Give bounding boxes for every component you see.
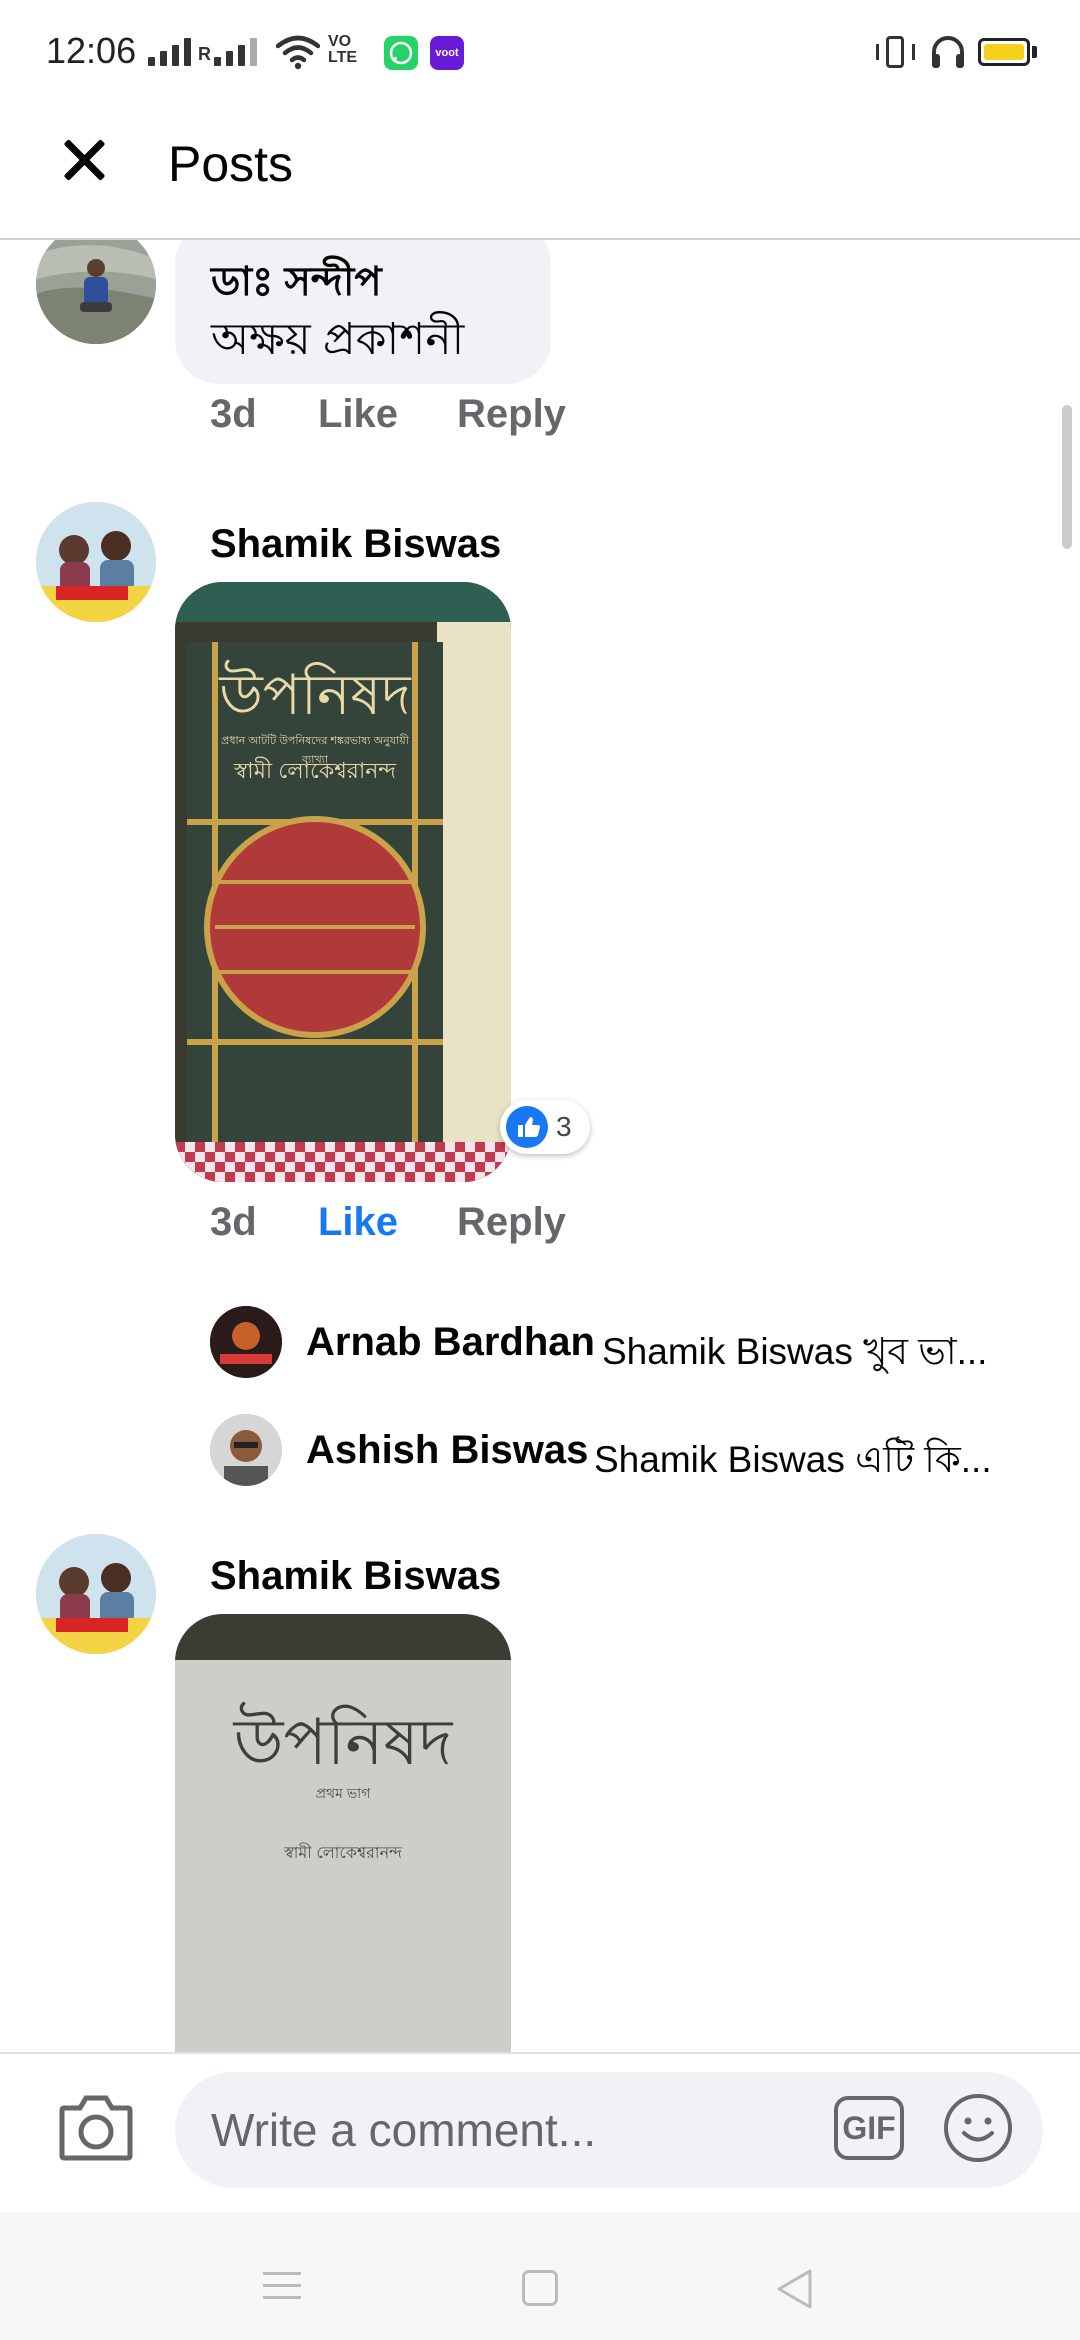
comment-input[interactable] — [175, 2072, 1043, 2188]
like-button[interactable]: Like — [318, 1200, 398, 1245]
like-reaction-icon — [506, 1106, 548, 1148]
avatar[interactable] — [210, 1414, 282, 1486]
book-cover-author: স্বামী লোকেশ্বরানন্দ — [233, 758, 397, 783]
voot-icon: voot — [430, 36, 464, 70]
volte-icon: VO LTE — [328, 33, 358, 66]
battery-tip — [1032, 46, 1037, 58]
reply-author[interactable]: Ashish Biswas — [306, 1428, 588, 1473]
recent-apps-button[interactable] — [263, 2272, 301, 2299]
emoji-icon[interactable] — [944, 2094, 1012, 2162]
gif-button[interactable]: GIF — [834, 2096, 904, 2160]
avatar[interactable] — [36, 1534, 156, 1654]
comment-bubble[interactable]: ডাঃ সন্দীপ অক্ষয় প্রকাশনী — [175, 240, 551, 384]
reply-preview[interactable]: Arnab Bardhan Shamik Biswas খুব ভা... — [0, 1300, 1080, 1390]
page-title: Posts — [168, 136, 294, 192]
signal-2-icon — [214, 36, 257, 66]
like-button[interactable]: Like — [318, 392, 398, 437]
camera-icon[interactable] — [58, 2092, 134, 2162]
comment-item: Shamik Biswas উপনিষদ প্রধান আটটি উপনিষদে… — [0, 500, 1080, 1280]
avatar[interactable] — [210, 1306, 282, 1378]
reply-button[interactable]: Reply — [457, 392, 566, 437]
book-page-author: স্বামী লোকেশ্বরানন্দ — [284, 1845, 402, 1862]
reply-button[interactable]: Reply — [457, 1200, 566, 1245]
comment-author[interactable]: Shamik Biswas — [210, 522, 501, 567]
status-bar: 12:06 R VO LTE voot — [0, 0, 1080, 100]
signal-icon — [148, 36, 191, 66]
vibrate-icon — [874, 36, 920, 68]
comment-author[interactable]: Shamik Biswas — [210, 1554, 501, 1599]
comment-item: ডাঃ সন্দীপ অক্ষয় প্রকাশনী 3d Like Reply — [0, 240, 1080, 460]
wifi-icon — [276, 35, 320, 70]
reply-author[interactable]: Arnab Bardhan — [306, 1320, 595, 1365]
roaming-label: R — [198, 44, 211, 64]
system-nav-bar — [0, 2212, 1080, 2340]
comments-list[interactable]: ডাঃ সন্দীপ অক্ষয় প্রকাশনী 3d Like Reply… — [0, 240, 1080, 2052]
battery-icon — [978, 38, 1030, 66]
top-bar — [0, 100, 1080, 240]
reaction-count: 3 — [556, 1111, 572, 1142]
reaction-count-pill[interactable]: 3 — [500, 1100, 590, 1154]
reply-text: Shamik Biswas এটি কি... — [594, 1439, 992, 1480]
whatsapp-icon — [384, 36, 418, 70]
scrollbar[interactable] — [1062, 405, 1072, 549]
reply-preview[interactable]: Ashish Biswas Shamik Biswas এটি কি... — [0, 1408, 1080, 1498]
comment-time: 3d — [210, 392, 257, 436]
home-button[interactable] — [522, 2270, 558, 2306]
reply-text: Shamik Biswas খুব ভা... — [602, 1331, 988, 1372]
comment-text: অক্ষয় প্রকাশনী — [211, 315, 465, 364]
comment-photo[interactable]: উপনিষদ প্রথম ভাগ স্বামী লোকেশ্বরানন্দ — [175, 1614, 511, 2052]
comment-time: 3d — [210, 1200, 257, 1244]
book-page-subtitle: প্রথম ভাগ — [315, 1785, 371, 1801]
avatar[interactable] — [36, 240, 156, 344]
avatar[interactable] — [36, 502, 156, 622]
comment-photo[interactable]: উপনিষদ প্রধান আটটি উপনিষদের শঙ্করভাষ্য অ… — [175, 582, 511, 1182]
close-icon[interactable] — [52, 128, 116, 192]
headphones-icon — [932, 36, 964, 68]
back-button[interactable] — [774, 2268, 814, 2310]
status-time: 12:06 — [46, 30, 137, 71]
comment-item: Shamik Biswas উপনিষদ প্রথম ভাগ স্বামী লো… — [0, 1532, 1080, 2052]
